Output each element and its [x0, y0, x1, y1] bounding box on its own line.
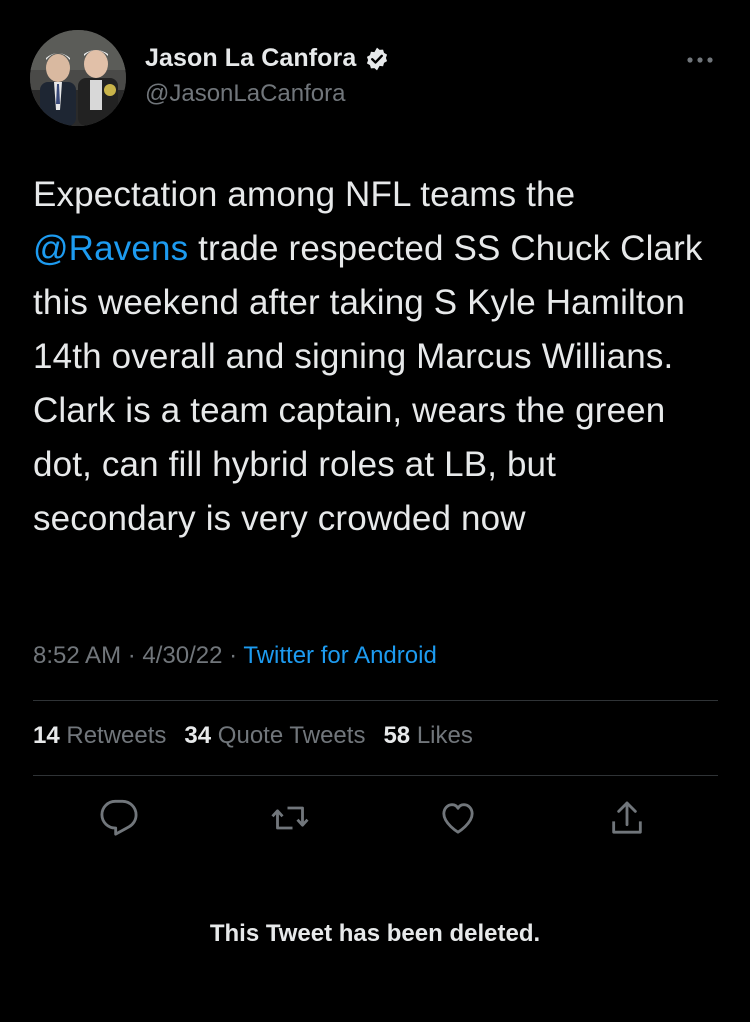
tweet-metadata: 8:52 AM · 4/30/22 · Twitter for Android	[33, 642, 437, 670]
divider	[33, 775, 718, 776]
divider	[33, 700, 718, 701]
tweet-date[interactable]: 4/30/22	[142, 642, 222, 669]
quote-tweets-stat[interactable]: 34 Quote Tweets	[184, 722, 365, 749]
tweet-text: Expectation among NFL teams the @Ravens …	[33, 168, 723, 546]
author-handle[interactable]: @JasonLaCanfora	[145, 80, 345, 108]
meta-separator: ·	[121, 642, 143, 669]
tweet-detail: Jason La Canfora @JasonLaCanfora Expecta…	[0, 0, 750, 1022]
meta-separator: ·	[222, 642, 244, 669]
quote-tweets-count: 34	[184, 722, 212, 749]
tweet-stats: 14 Retweets 34 Quote Tweets 58 Likes	[33, 722, 491, 750]
retweets-label: Retweets	[66, 722, 167, 749]
likes-label: Likes	[416, 722, 473, 749]
quote-tweets-label: Quote Tweets	[217, 722, 366, 749]
tweet-text-start: Expectation among NFL teams the	[33, 175, 586, 214]
reply-icon[interactable]	[99, 798, 139, 838]
deleted-tweet-notice: This Tweet has been deleted.	[209, 920, 541, 947]
author-display-name[interactable]: Jason La Canfora	[145, 44, 356, 73]
retweets-count: 14	[33, 722, 60, 749]
verified-badge-icon	[364, 46, 390, 72]
tweet-source-link[interactable]: Twitter for Android	[243, 642, 436, 669]
more-options-icon[interactable]	[684, 50, 716, 70]
avatar-photo	[30, 30, 126, 126]
mention-link[interactable]: @Ravens	[33, 229, 188, 268]
likes-count: 58	[383, 722, 411, 749]
likes-stat[interactable]: 58 Likes	[383, 722, 472, 749]
like-icon[interactable]	[438, 798, 478, 838]
retweet-icon[interactable]	[270, 798, 310, 838]
avatar[interactable]	[30, 30, 126, 126]
share-icon[interactable]	[607, 798, 647, 838]
retweets-stat[interactable]: 14 Retweets	[33, 722, 166, 749]
tweet-time[interactable]: 8:52 AM	[33, 642, 121, 669]
author-name-row[interactable]: Jason La Canfora	[145, 44, 390, 73]
tweet-text-rest: trade respected SS Chuck Clark this week…	[33, 229, 713, 538]
